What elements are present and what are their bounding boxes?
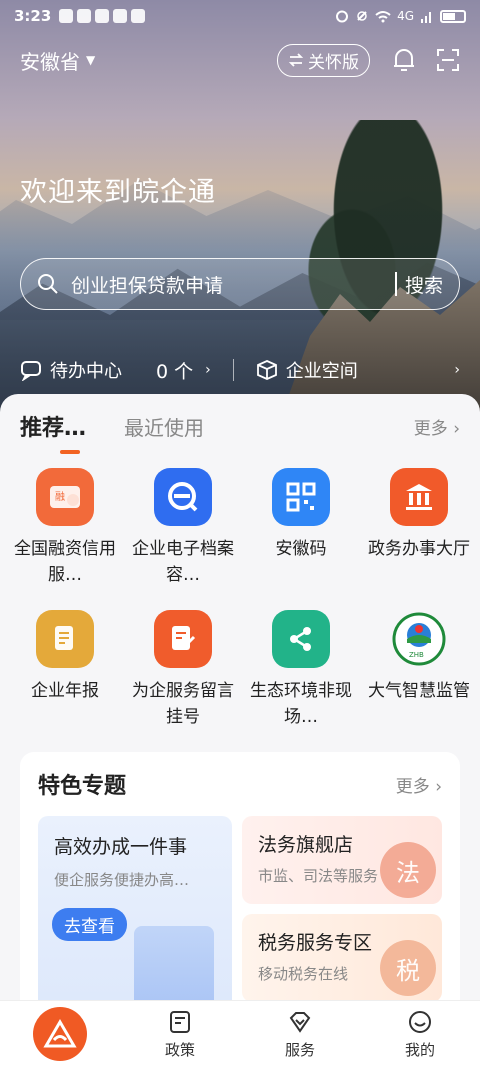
tab-recent[interactable]: 最近使用	[124, 412, 204, 441]
service-label: 企业年报	[31, 681, 99, 701]
bell-icon[interactable]	[392, 47, 416, 73]
top-nav: 安徽省 ▼ 关怀版	[0, 40, 480, 80]
welcome-heading: 欢迎来到皖企通	[20, 177, 216, 208]
scan-icon[interactable]	[436, 48, 460, 72]
service-item[interactable]: 企业电子档案容…	[124, 468, 242, 588]
chevron-right-icon: ›	[205, 362, 211, 378]
search-divider	[395, 272, 397, 296]
tab-bar: 推荐… 最近使用 更多 ›	[0, 394, 480, 454]
service-item[interactable]: 安徽码	[242, 468, 360, 588]
qr-code-icon	[272, 468, 330, 526]
province-selector[interactable]: 安徽省 ▼	[20, 46, 95, 75]
notification-icon	[113, 9, 128, 23]
service-item[interactable]: 企业年报	[6, 610, 124, 730]
notification-icon	[95, 9, 110, 23]
tax-service-card[interactable]: 税务服务专区 移动税务在线 税	[242, 914, 442, 1002]
government-hall-icon	[390, 468, 448, 526]
status-right: 4G	[335, 9, 466, 23]
care-mode-button[interactable]: 关怀版	[277, 43, 370, 77]
more-label: 更多	[413, 418, 448, 439]
battery-icon	[440, 9, 466, 23]
nav-service-label: 服务	[284, 1040, 315, 1059]
service-label: 大气智慧监管	[368, 681, 470, 701]
cube-icon	[256, 360, 277, 380]
notification-icons	[59, 9, 146, 23]
svg-text:ZHB: ZHB	[409, 651, 424, 659]
status-time: 3:23	[14, 7, 52, 25]
todo-count: 0 个	[156, 360, 194, 383]
credit-card-icon: 融	[36, 468, 94, 526]
service-label: 生态环境非现场…	[250, 681, 352, 727]
feature-header: 特色专题 更多 ›	[38, 752, 442, 816]
tab-recommend[interactable]: 推荐…	[20, 410, 86, 454]
service-label: 全国融资信用服…	[14, 539, 116, 585]
home-logo-icon	[33, 1007, 87, 1061]
alarm-icon	[336, 10, 349, 23]
service-label: 企业电子档案容…	[132, 539, 234, 585]
service-item[interactable]: 融全国融资信用服…	[6, 468, 124, 588]
notification-icon	[131, 9, 146, 23]
search-input[interactable]: 创业担保贷款申请 搜索	[20, 258, 460, 310]
feature-more-link[interactable]: 更多 ›	[396, 772, 442, 797]
status-bar: 3:23 4G	[0, 0, 480, 32]
search-placeholder: 创业担保贷款申请	[71, 274, 224, 297]
one-thing-card[interactable]: 高效办成一件事 便企服务便捷办高… 去查看	[38, 816, 232, 1016]
policy-icon	[170, 1010, 190, 1033]
enterprise-space[interactable]: 企业空间	[256, 357, 358, 383]
caret-down-icon: ▼	[86, 53, 96, 67]
user-smile-icon	[409, 1010, 431, 1033]
view-button[interactable]: 去查看	[52, 908, 127, 941]
message-edit-icon	[154, 610, 212, 668]
share-nodes-icon	[272, 610, 330, 668]
message-icon	[21, 361, 41, 381]
service-item[interactable]: ZHB 大气智慧监管	[360, 610, 478, 730]
more-link[interactable]: 更多 ›	[414, 414, 460, 439]
care-mode-label: 关怀版	[308, 52, 359, 73]
signal-icon	[421, 11, 431, 23]
notification-icon	[77, 9, 92, 23]
notification-icon	[59, 9, 74, 23]
svg-text:融: 融	[55, 491, 65, 503]
wifi-icon	[375, 10, 391, 22]
chevron-right-icon[interactable]: ›	[454, 362, 460, 378]
zhb-logo-icon: ZHB	[390, 610, 448, 668]
enterprise-space-label: 企业空间	[285, 361, 358, 382]
search-button[interactable]: 搜索	[405, 271, 443, 298]
nav-policy-label: 政策	[164, 1040, 195, 1059]
network-type: 4G	[397, 9, 414, 23]
law-seal-icon: 法	[380, 842, 436, 898]
nav-mine[interactable]: 我的	[360, 1009, 480, 1060]
nav-mine-label: 我的	[404, 1040, 435, 1059]
quick-bar: 待办中心 0 个 › 企业空间 ›	[0, 350, 480, 390]
service-label: 政务办事大厅	[368, 539, 470, 559]
nav-service[interactable]: 服务	[240, 1009, 360, 1060]
nav-home[interactable]	[0, 1007, 120, 1061]
card-subtitle: 便企服务便捷办高…	[54, 871, 190, 889]
mute-icon	[357, 11, 367, 21]
service-item[interactable]: 为企服务留言挂号	[124, 610, 242, 730]
divider	[232, 359, 234, 381]
feature-more-label: 更多	[395, 776, 430, 797]
legal-store-card[interactable]: 法务旗舰店 市监、司法等服务 法	[242, 816, 442, 904]
service-label: 为企服务留言挂号	[132, 681, 234, 727]
service-label: 安徽码	[275, 539, 327, 559]
feature-title: 特色专题	[38, 774, 127, 799]
annual-report-icon	[36, 610, 94, 668]
todo-center[interactable]: 待办中心 0 个 ›	[20, 357, 211, 384]
service-grid: 融全国融资信用服… 企业电子档案容… 安徽码 政务办事大厅 企业年报 为企服务留言挂号 生态…	[0, 446, 480, 730]
tax-seal-icon: 税	[380, 940, 436, 996]
service-item[interactable]: 政务办事大厅	[360, 468, 478, 588]
service-item[interactable]: 生态环境非现场…	[242, 610, 360, 730]
card-title: 高效办成一件事	[54, 836, 188, 858]
swap-icon	[288, 53, 304, 67]
nav-policy[interactable]: 政策	[120, 1009, 240, 1060]
search-icon	[38, 274, 58, 294]
todo-label: 待办中心	[50, 361, 122, 382]
e-archive-icon	[154, 468, 212, 526]
province-label: 安徽省	[20, 49, 80, 74]
main-panel: 推荐… 最近使用 更多 › 融全国融资信用服… 企业电子档案容… 安徽码 政务办事大厅…	[0, 394, 480, 1067]
diamond-icon	[289, 1011, 311, 1033]
bottom-nav: 政策 服务 我的	[0, 1000, 480, 1067]
